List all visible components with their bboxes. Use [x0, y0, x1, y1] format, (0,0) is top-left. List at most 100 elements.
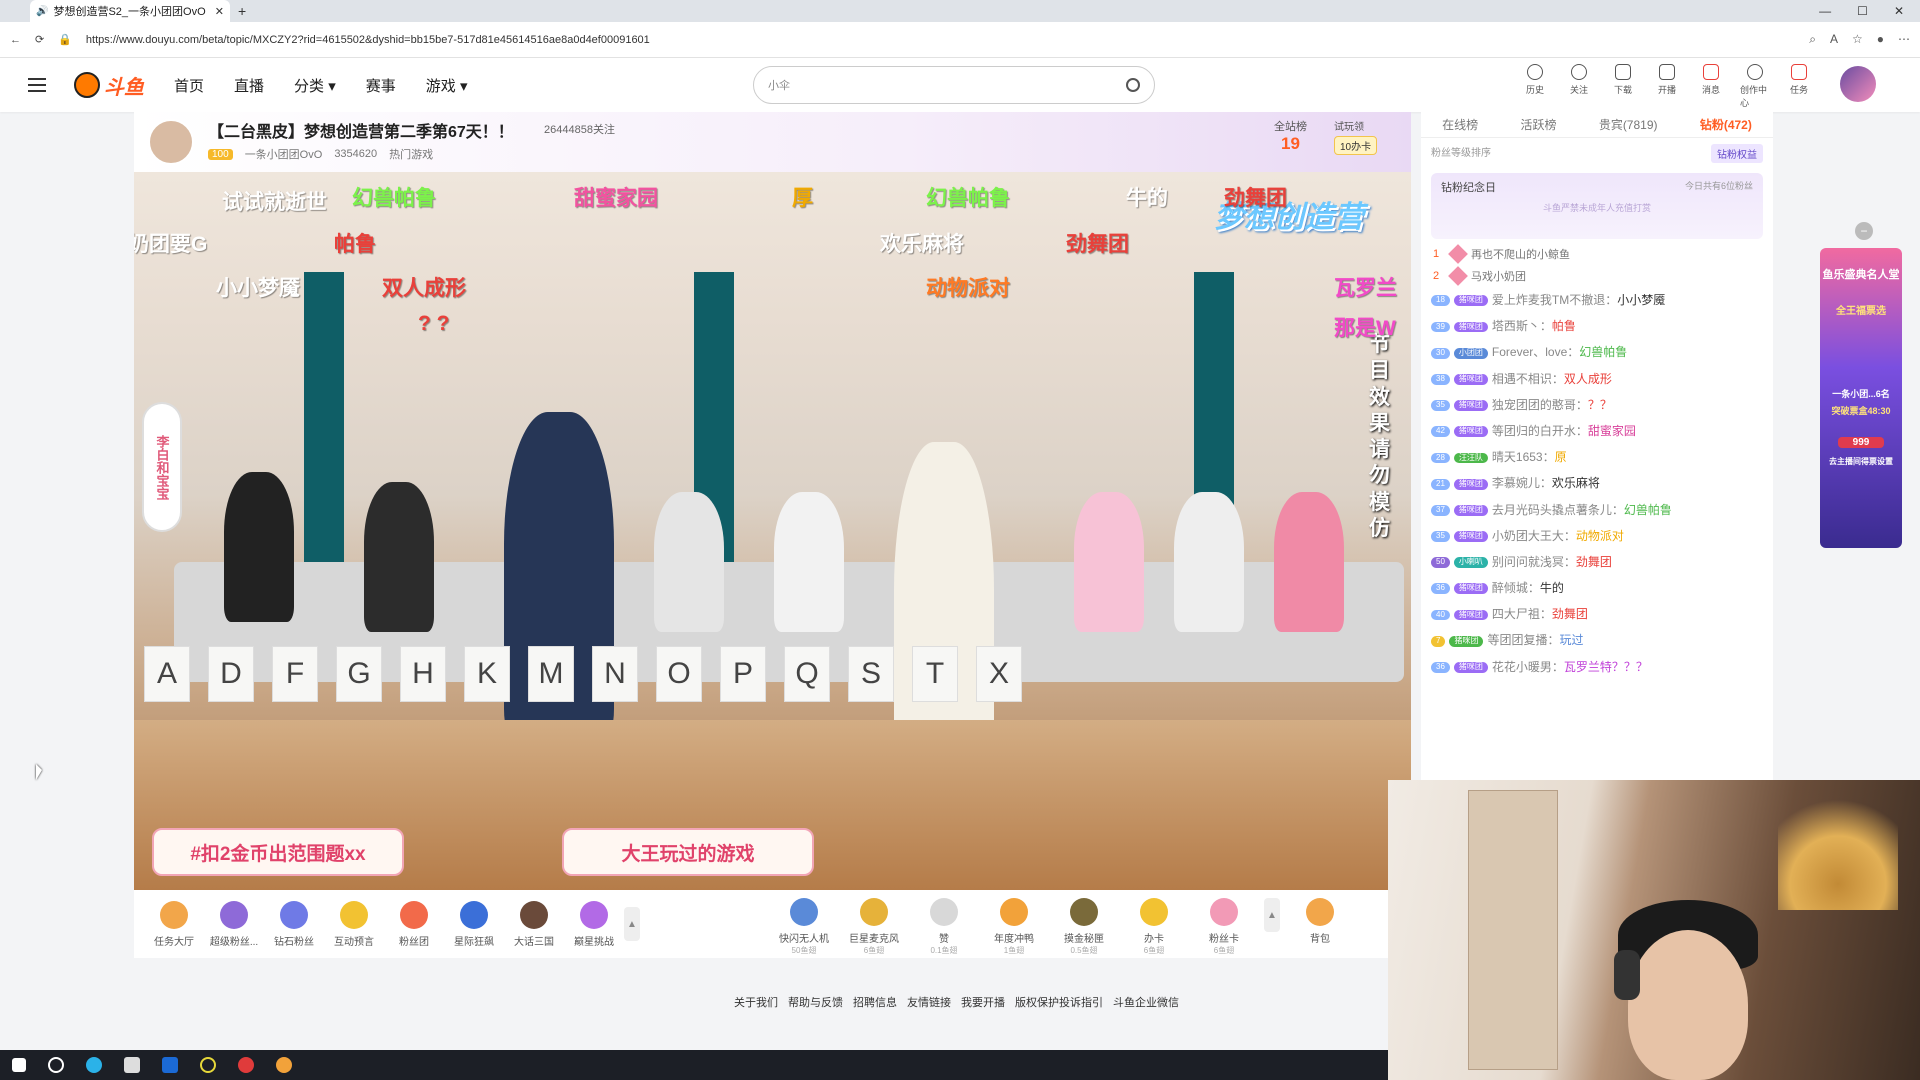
gift-item[interactable]: 巨星麦克风 6鱼翅 — [844, 898, 904, 956]
gift-item[interactable]: 钻石粉丝 — [264, 900, 324, 948]
diamond-benefits-button[interactable]: 钻粉权益 — [1711, 144, 1763, 163]
app-icon[interactable] — [200, 1057, 216, 1073]
search-icon[interactable] — [1126, 78, 1140, 92]
gift-item[interactable]: 年度冲鸭 1鱼翅 — [984, 898, 1044, 956]
edge-icon[interactable] — [86, 1057, 102, 1073]
gift-item[interactable]: 互动预言 — [324, 900, 384, 948]
chat-username[interactable]: 爱上炸麦我TM不撤退： — [1492, 293, 1617, 307]
scroll-arrow-icon[interactable]: ▲ — [1264, 898, 1280, 932]
category-link[interactable]: 热门游戏 — [389, 146, 433, 162]
url-field[interactable]: https://www.douyu.com/beta/topic/MXCZY2?… — [86, 34, 1795, 46]
danmu: 双人成形 — [382, 272, 466, 302]
read-aloud-icon[interactable]: A — [1830, 32, 1838, 47]
nav-home[interactable]: 首页 — [174, 75, 204, 96]
minimize-icon[interactable]: — — [1819, 4, 1831, 18]
chat-username[interactable]: 等团团复播： — [1487, 633, 1559, 647]
collapse-icon[interactable]: − — [1855, 222, 1873, 240]
tab-active-rank[interactable]: 活跃榜 — [1520, 116, 1556, 133]
footer-link[interactable]: 帮助与反馈 — [788, 994, 843, 1010]
chat-username[interactable]: 四大尸祖： — [1492, 607, 1552, 621]
footer-link[interactable]: 招聘信息 — [853, 994, 897, 1010]
video-player[interactable]: A D F G H K M N O P Q S T X 梦想创造营 李白和宝宝 … — [134, 172, 1411, 890]
tool-download[interactable]: 下载 — [1608, 64, 1638, 109]
search-taskbar-icon[interactable] — [48, 1057, 64, 1073]
chat-username[interactable]: 醉倾城： — [1492, 581, 1540, 595]
scroll-arrow-icon[interactable]: ▲ — [624, 907, 640, 941]
maximize-icon[interactable]: ☐ — [1857, 4, 1868, 18]
gift-item[interactable]: 星际狂飙 — [444, 900, 504, 948]
chat-username[interactable]: 独宠团团的憨哥： — [1492, 398, 1588, 412]
nav-events[interactable]: 赛事 — [366, 75, 396, 96]
gift-item[interactable]: 粉丝卡 6鱼翅 — [1194, 898, 1254, 956]
danmu: 小小梦魇 — [216, 272, 300, 302]
sort-label[interactable]: 粉丝等级排序 — [1431, 144, 1491, 163]
site-rank[interactable]: 全站榜 19 — [1274, 118, 1307, 154]
host-avatar[interactable] — [148, 119, 194, 165]
search-input[interactable]: 小伞 — [753, 66, 1155, 104]
gift-item[interactable]: 巅星挑战 — [564, 900, 624, 948]
tool-follow[interactable]: 关注 — [1564, 64, 1594, 109]
host-name[interactable]: 一条小团团OvO — [245, 146, 323, 162]
more-icon[interactable]: ⋯ — [1898, 32, 1910, 47]
gift-item[interactable]: 快闪无人机 50鱼翅 — [774, 898, 834, 956]
top-fan-row[interactable]: 1 再也不爬山的小鲸鱼 — [1421, 243, 1773, 265]
nav-category[interactable]: 分类 ▾ — [294, 75, 336, 96]
site-header: 斗鱼 首页 直播 分类 ▾ 赛事 游戏 ▾ 小伞 历史 关注 下载 开播 消息 … — [0, 58, 1920, 112]
footer-link[interactable]: 友情链接 — [907, 994, 951, 1010]
danmu-text: 双人成形 — [382, 277, 466, 300]
browser-tab[interactable]: 🔊 梦想创造营S2_一条小团团OvO ✕ — [30, 0, 230, 22]
chat-message: 39 猪咪团 塔西斯丶：帕鲁 — [1431, 313, 1763, 339]
footer-link[interactable]: 我要开播 — [961, 994, 1005, 1010]
chat-username[interactable]: 相遇不相识： — [1492, 372, 1564, 386]
chat-username[interactable]: 花花小暖男： — [1492, 660, 1564, 674]
refresh-icon[interactable]: ⟳ — [35, 33, 44, 46]
chat-username[interactable]: 别问问就浅冥： — [1492, 555, 1576, 569]
close-window-icon[interactable]: ✕ — [1894, 4, 1904, 18]
footer-link[interactable]: 版权保护投诉指引 — [1015, 994, 1103, 1010]
tab-diamond-fans[interactable]: 钻粉(472) — [1700, 116, 1752, 133]
footer-link[interactable]: 斗鱼企业微信 — [1113, 994, 1179, 1010]
tool-creator[interactable]: 创作中心 — [1740, 64, 1770, 109]
app-icon[interactable] — [124, 1057, 140, 1073]
gift-item[interactable]: 任务大厅 — [144, 900, 204, 948]
hamburger-menu-icon[interactable] — [28, 78, 46, 92]
douyu-logo[interactable]: 斗鱼 — [74, 71, 144, 100]
gift-item[interactable]: 摸金秘匣 0.5鱼翅 — [1054, 898, 1114, 956]
footer-link[interactable]: 关于我们 — [734, 994, 778, 1010]
tool-history[interactable]: 历史 — [1520, 64, 1550, 109]
steam-icon[interactable] — [162, 1057, 178, 1073]
chat-username[interactable]: 小奶团大王大： — [1492, 529, 1576, 543]
nav-live[interactable]: 直播 — [234, 75, 264, 96]
chat-username[interactable]: 李慕婉儿： — [1492, 476, 1552, 490]
gift-item[interactable]: 超级粉丝... — [204, 900, 264, 948]
chat-username[interactable]: 等团归的白开水： — [1492, 424, 1588, 438]
tool-broadcast[interactable]: 开播 — [1652, 64, 1682, 109]
windows-start-icon[interactable] — [12, 1058, 26, 1072]
favorite-icon[interactable]: ☆ — [1852, 32, 1863, 47]
zoom-icon[interactable]: ⌕ — [1809, 32, 1816, 47]
tool-tasks[interactable]: 任务 — [1784, 64, 1814, 109]
tool-messages[interactable]: 消息 — [1696, 64, 1726, 109]
top-fan-row[interactable]: 2 马戏小奶团 — [1421, 265, 1773, 287]
nav-games[interactable]: 游戏 ▾ — [426, 75, 468, 96]
gift-item[interactable]: 粉丝团 — [384, 900, 444, 948]
promo-banner[interactable]: 鱼乐盛典名人堂 全王福票选 一条小团...6名 突破票盒48:30 999 去主… — [1820, 248, 1902, 548]
tab-online-rank[interactable]: 在线榜 — [1442, 116, 1478, 133]
profile-icon[interactable]: ● — [1877, 32, 1884, 47]
gift-item[interactable]: 赞 0.1鱼翅 — [914, 898, 974, 956]
douyu-taskbar-icon[interactable] — [276, 1057, 292, 1073]
chat-username[interactable]: 塔西斯丶： — [1492, 319, 1552, 333]
tab-vip[interactable]: 贵宾(7819) — [1599, 116, 1658, 133]
trial-card[interactable]: 试玩领 10办卡 — [1334, 118, 1378, 155]
netease-icon[interactable] — [238, 1057, 254, 1073]
chat-username[interactable]: Forever、love： — [1492, 345, 1579, 359]
backpack-button[interactable]: 背包 — [1290, 898, 1350, 956]
gift-item[interactable]: 大话三国 — [504, 900, 564, 948]
chat-username[interactable]: 晴天1653： — [1492, 450, 1555, 464]
new-tab-button[interactable]: + — [238, 3, 246, 19]
chat-username[interactable]: 去月光码头撬点薯条儿： — [1492, 503, 1624, 517]
back-icon[interactable]: ← — [10, 34, 21, 46]
close-tab-icon[interactable]: ✕ — [215, 5, 224, 18]
user-avatar[interactable] — [1840, 66, 1876, 102]
gift-item[interactable]: 办卡 6鱼翅 — [1124, 898, 1184, 956]
